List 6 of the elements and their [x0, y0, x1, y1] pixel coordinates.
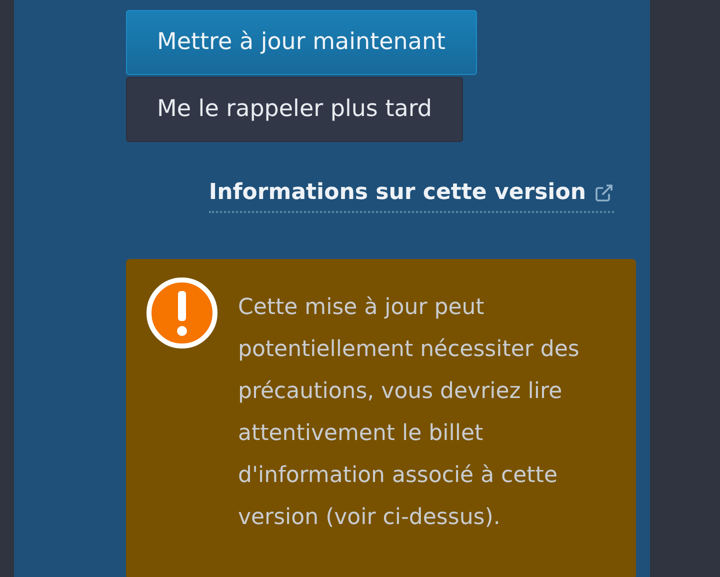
- release-notes-link[interactable]: Informations sur cette version: [208, 176, 614, 213]
- remind-later-button[interactable]: Me le rappeler plus tard: [126, 77, 463, 142]
- warning-icon: [146, 277, 218, 349]
- external-link-icon: [594, 182, 614, 202]
- update-now-button[interactable]: Mettre à jour maintenant: [126, 10, 477, 75]
- warning-text: Cette mise à jour peut potentiellement nécessiter des précautions, vous devriez lire attentivement le billet d'information associé à cette version (voir ci-dessus).: [238, 294, 580, 532]
